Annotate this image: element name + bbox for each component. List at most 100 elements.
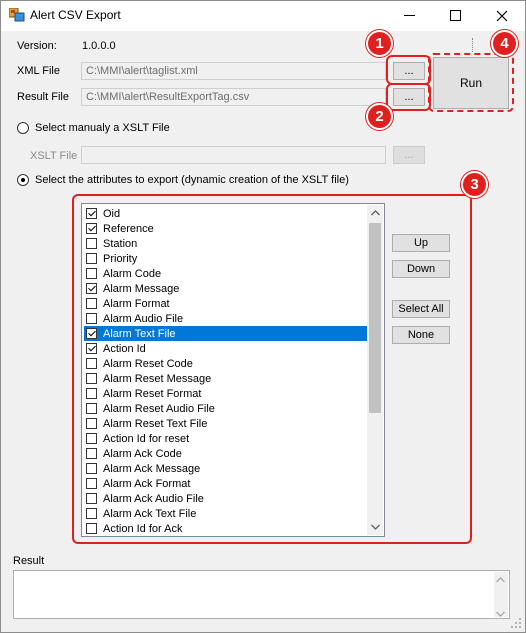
list-item[interactable]: Alarm Ack Message [84,461,367,476]
select-all-button[interactable]: Select All [392,300,450,318]
checkbox[interactable] [86,463,97,474]
version-value: 1.0.0.0 [82,40,116,52]
app-icon [8,7,25,22]
list-item[interactable]: Alarm Audio File [84,311,367,326]
minimize-button[interactable] [387,1,433,31]
list-item[interactable]: Alarm Reset Format [84,386,367,401]
result-scroll-down-icon[interactable] [496,608,505,620]
window-title: Alert CSV Export [30,8,121,22]
checkbox[interactable] [86,238,97,249]
list-item-label: Alarm Ack Audio File [103,492,204,505]
radio-attributes-label: Select the attributes to export (dynamic… [35,174,349,186]
list-item[interactable]: Alarm Reset Audio File [84,401,367,416]
attributes-listbox[interactable]: Oid Reference Station Priority Alarm Code Ala… [81,203,385,537]
list-item[interactable]: Alarm Message [84,281,367,296]
list-item[interactable]: Alarm Reset Code [84,356,367,371]
checkbox[interactable] [86,223,97,234]
list-item[interactable]: Action Id for reset [84,431,367,446]
list-item-label: Alarm Ack Text File [103,507,197,520]
list-item[interactable]: Alarm Format [84,296,367,311]
list-item[interactable]: Alarm Text File [84,326,367,341]
checkbox[interactable] [86,403,97,414]
radio-manual-label: Select manualy a XSLT File [35,122,170,134]
xslt-browse-button[interactable]: ... [393,146,425,164]
list-item-label: Priority [103,252,138,265]
checkbox[interactable] [86,478,97,489]
result-textarea[interactable] [13,570,510,619]
list-item[interactable]: Alarm Code [84,266,367,281]
up-button[interactable]: Up [392,234,450,252]
checkbox[interactable] [86,388,97,399]
checkbox[interactable] [86,448,97,459]
checkbox[interactable] [86,208,97,219]
checkbox[interactable] [86,313,97,324]
checkbox[interactable] [86,418,97,429]
annotation-box-1 [386,55,431,85]
xml-file-field[interactable]: C:\MMI\alert\taglist.xml [81,62,386,80]
version-label: Version: [17,40,57,52]
resize-grip-icon[interactable] [510,617,522,632]
xml-file-label: XML File [17,65,60,77]
list-item-label: Reference [103,222,154,235]
checkbox[interactable] [86,298,97,309]
list-item-label: Oid [103,207,121,220]
badge-3: 3 [461,171,488,198]
checkbox[interactable] [86,493,97,504]
list-item[interactable]: Alarm Ack Text File [84,506,367,521]
result-scroll-up-icon[interactable] [496,574,505,586]
list-item-label: Alarm Reset Text File [103,417,208,430]
list-item[interactable]: Alarm Ack Format [84,476,367,491]
list-item-label: Alarm Message [103,282,180,295]
scroll-up-icon[interactable] [369,206,381,220]
result-file-field[interactable]: C:\MMI\alert\ResultExportTag.csv [81,88,386,106]
list-item[interactable]: Alarm Reset Text File [84,416,367,431]
checkbox[interactable] [86,343,97,354]
radio-select-attributes[interactable] [17,174,29,186]
none-button[interactable]: None [392,326,450,344]
radio-manual-xslt[interactable] [17,122,29,134]
down-button[interactable]: Down [392,260,450,278]
checkbox[interactable] [86,253,97,264]
close-button[interactable] [479,1,525,31]
list-item-label: Alarm Reset Format [103,387,202,400]
list-item-label: Alarm Format [103,297,170,310]
badge-4: 4 [491,30,518,57]
xslt-file-field[interactable] [81,146,386,164]
scroll-thumb[interactable] [369,223,381,413]
list-item-label: Alarm Ack Format [103,477,191,490]
list-item-label: Action Id for reset [103,432,190,445]
list-item[interactable]: Station [84,236,367,251]
list-item-label: Alarm Audio File [103,312,184,325]
list-item-label: Alarm Code [103,267,162,280]
list-item-label: Alarm Ack Code [103,447,182,460]
list-item-label: Alarm Ack Message [103,462,201,475]
list-item[interactable]: Priority [84,251,367,266]
list-item[interactable]: Action Id for Ack [84,521,367,536]
checkbox[interactable] [86,268,97,279]
badge-2: 2 [366,103,393,130]
list-item[interactable]: Reference [84,221,367,236]
checkbox[interactable] [86,328,97,339]
list-item-label: Alarm Reset Message [103,372,212,385]
checkbox[interactable] [86,433,97,444]
maximize-button[interactable] [433,1,479,31]
list-item[interactable]: Alarm Reset Message [84,371,367,386]
checkbox[interactable] [86,523,97,534]
list-item-label: Station [103,237,138,250]
scroll-down-icon[interactable] [369,520,381,534]
list-item-label: Alarm Reset Code [103,357,193,370]
result-label: Result [13,555,45,567]
checkbox[interactable] [86,358,97,369]
checkbox[interactable] [86,283,97,294]
annotation-box-4 [428,53,514,112]
list-item[interactable]: Alarm Ack Audio File [84,491,367,506]
list-item[interactable]: Oid [84,206,367,221]
result-file-label: Result File [17,91,69,103]
xslt-file-label: XSLT File [30,150,78,162]
checkbox[interactable] [86,373,97,384]
annotation-box-2 [386,83,431,111]
list-item-label: Action Id for Ack [103,522,183,535]
list-item[interactable]: Action Id [84,341,367,356]
checkbox[interactable] [86,508,97,519]
list-item[interactable]: Alarm Ack Code [84,446,367,461]
